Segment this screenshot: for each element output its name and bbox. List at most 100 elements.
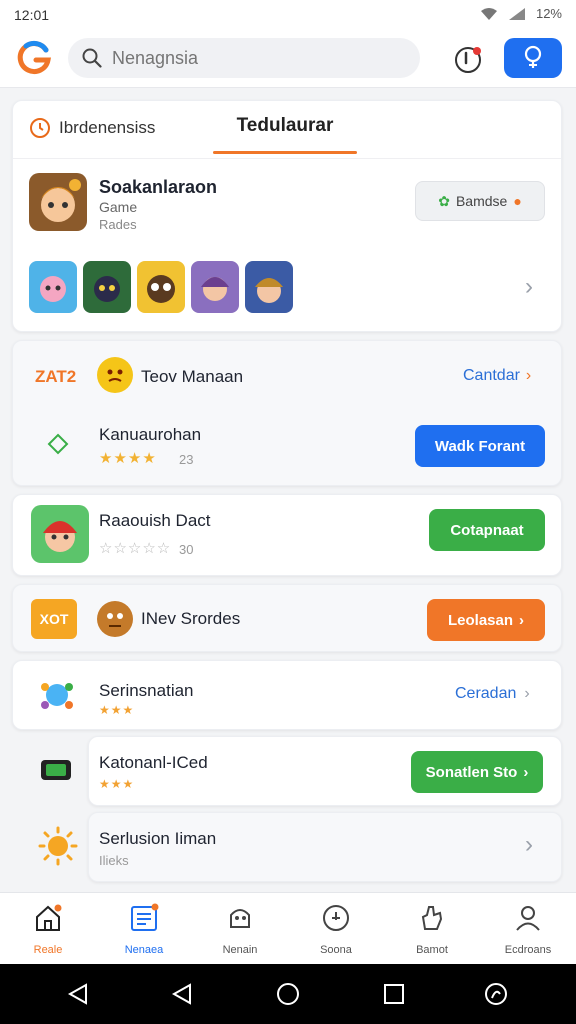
clock-icon — [323, 905, 349, 931]
diamond-icon — [47, 433, 69, 455]
recents-icon[interactable] — [382, 982, 406, 1006]
clock-icon — [30, 118, 50, 138]
nav-item-home[interactable]: Reale — [0, 903, 96, 956]
nav-item-news[interactable]: Nenaea — [96, 903, 192, 956]
row-primary-button[interactable]: Wadk Forant — [415, 425, 545, 467]
app-logo-icon[interactable] — [16, 40, 52, 76]
row-subtitle: Ilieks — [99, 853, 129, 868]
tab-underline — [213, 151, 357, 154]
row-primary-label: Sonatlen Sto — [425, 763, 518, 781]
device-icon — [40, 758, 72, 782]
assistant-icon[interactable] — [484, 982, 508, 1006]
tab-bar: Ibrdenensiss Tedulaurar — [13, 101, 561, 159]
game-thumb-4[interactable] — [191, 261, 239, 313]
row-primary-button[interactable]: Leolasan › — [427, 599, 545, 641]
nav-item-hand[interactable]: Bamot — [384, 903, 480, 956]
tab-featured[interactable]: Tedulaurar — [213, 115, 357, 137]
row-action-label: Cantdar — [463, 367, 520, 384]
chevron-right-icon: › — [525, 367, 532, 384]
tab-recent-label: Ibrdenensiss — [59, 118, 156, 137]
list-card-e: Katonanl-ICed ★★★ Sonatlen Sto › — [88, 736, 562, 806]
row-title: Katonanl-ICed — [99, 753, 208, 772]
blob-icon — [39, 677, 75, 713]
back-icon[interactable] — [66, 982, 90, 1006]
rating-stars: ★★★★ — [99, 450, 157, 467]
chevron-right-icon: › — [524, 685, 530, 702]
list-card-b: Raaouish Dact ☆☆☆☆☆ 30 Cotapnaat — [12, 494, 562, 576]
featured-action-label: Bamdse — [455, 193, 508, 209]
emoji-face-icon — [97, 357, 133, 393]
featured-tag: Rades — [99, 217, 137, 232]
nav-item-profile[interactable]: Ecdroans — [480, 903, 576, 956]
list-card-a: ZAT2 Teov Manaan Cantdar › Kanuaurohan ★… — [12, 340, 562, 486]
nav-label: Ecdroans — [504, 944, 552, 956]
game-thumb-5[interactable] — [245, 261, 293, 313]
person-icon — [516, 906, 540, 931]
featured-action-button[interactable]: ✿ Bamdse ● — [415, 181, 545, 221]
bottom-nav: Reale Nenaea Nenain Soona Bamot Ecdroans — [0, 892, 576, 964]
back-alt-icon[interactable] — [170, 982, 194, 1006]
row-badge: XOT — [31, 599, 77, 639]
row-primary-button[interactable]: Cotapnaat — [429, 509, 545, 551]
row-title: Teov Manaan — [141, 367, 244, 386]
sun-icon — [38, 826, 78, 866]
game-thumb-3[interactable] — [137, 261, 185, 313]
row-title: Raaouish Dact — [99, 511, 211, 530]
nav-label: Soona — [320, 944, 352, 956]
sprout-icon: ✿ — [438, 192, 450, 209]
rating-stars: ☆☆☆☆☆ — [99, 540, 172, 557]
featured-game-icon[interactable] — [29, 173, 87, 231]
rating-value: 23 — [179, 452, 194, 467]
character-icon — [97, 601, 133, 637]
home-circle-icon[interactable] — [276, 982, 300, 1006]
nav-label: Nenaea — [124, 944, 164, 956]
game-thumbnails — [29, 261, 293, 313]
nav-label: Nenain — [222, 944, 258, 956]
row-primary-label: Leolasan — [447, 611, 514, 629]
row-badge-label: XOT — [39, 611, 69, 627]
list-card-f: Serlusion Iiman Ilieks › — [88, 812, 562, 882]
home-icon — [36, 904, 62, 931]
nav-label: Bamot — [416, 944, 448, 956]
rating-stars: ★★★ — [99, 777, 135, 791]
row-badge-text: ZAT2 — [35, 367, 77, 386]
row-action-link[interactable]: Cantdar › — [463, 367, 531, 385]
row-primary-label: Wadk Forant — [434, 437, 526, 455]
row-action-label: Ceradan — [455, 685, 517, 702]
news-icon — [131, 903, 159, 931]
status-time: 12:01 — [14, 7, 50, 23]
system-nav-bar — [0, 964, 576, 1024]
game-icon[interactable] — [31, 505, 89, 563]
tab-recent[interactable]: Ibrdenensiss — [29, 117, 155, 139]
row-title: INev Srordes — [141, 609, 241, 628]
chevron-right-icon[interactable]: › — [525, 831, 533, 859]
chevron-right-icon: › — [519, 611, 525, 629]
rating-stars: ★★★ — [99, 703, 135, 717]
row-title: Serinsnatian — [99, 681, 194, 700]
games-icon — [230, 909, 250, 928]
search-input[interactable] — [112, 47, 392, 69]
row-action-link[interactable]: Ceradan › — [455, 685, 530, 703]
row-title: Kanuaurohan — [99, 425, 202, 444]
account-button[interactable] — [504, 38, 562, 78]
nav-item-games[interactable]: Nenain — [192, 903, 288, 956]
hand-icon — [421, 906, 443, 930]
list-card-c: XOT INev Srordes Leolasan › — [12, 584, 562, 652]
nav-item-clock[interactable]: Soona — [288, 903, 384, 956]
battery-text: 12% — [535, 6, 562, 21]
featured-title: Soakanlaraon — [99, 177, 218, 197]
chevron-right-icon[interactable]: › — [525, 273, 533, 301]
featured-card: Ibrdenensiss Tedulaurar Soakanlaraon Gam… — [12, 100, 562, 332]
rating-value: 30 — [179, 542, 194, 557]
featured-subtitle: Game — [99, 199, 138, 215]
row-primary-label: Cotapnaat — [450, 521, 524, 539]
game-thumb-2[interactable] — [83, 261, 131, 313]
notification-icon[interactable] — [450, 42, 486, 78]
coin-icon: ● — [513, 193, 522, 209]
game-thumb-1[interactable] — [29, 261, 77, 313]
signal-icon — [508, 7, 525, 20]
row-primary-button[interactable]: Sonatlen Sto › — [411, 751, 543, 793]
app-header — [0, 30, 576, 88]
search-bar[interactable] — [68, 38, 420, 78]
chevron-right-icon: › — [523, 763, 529, 781]
